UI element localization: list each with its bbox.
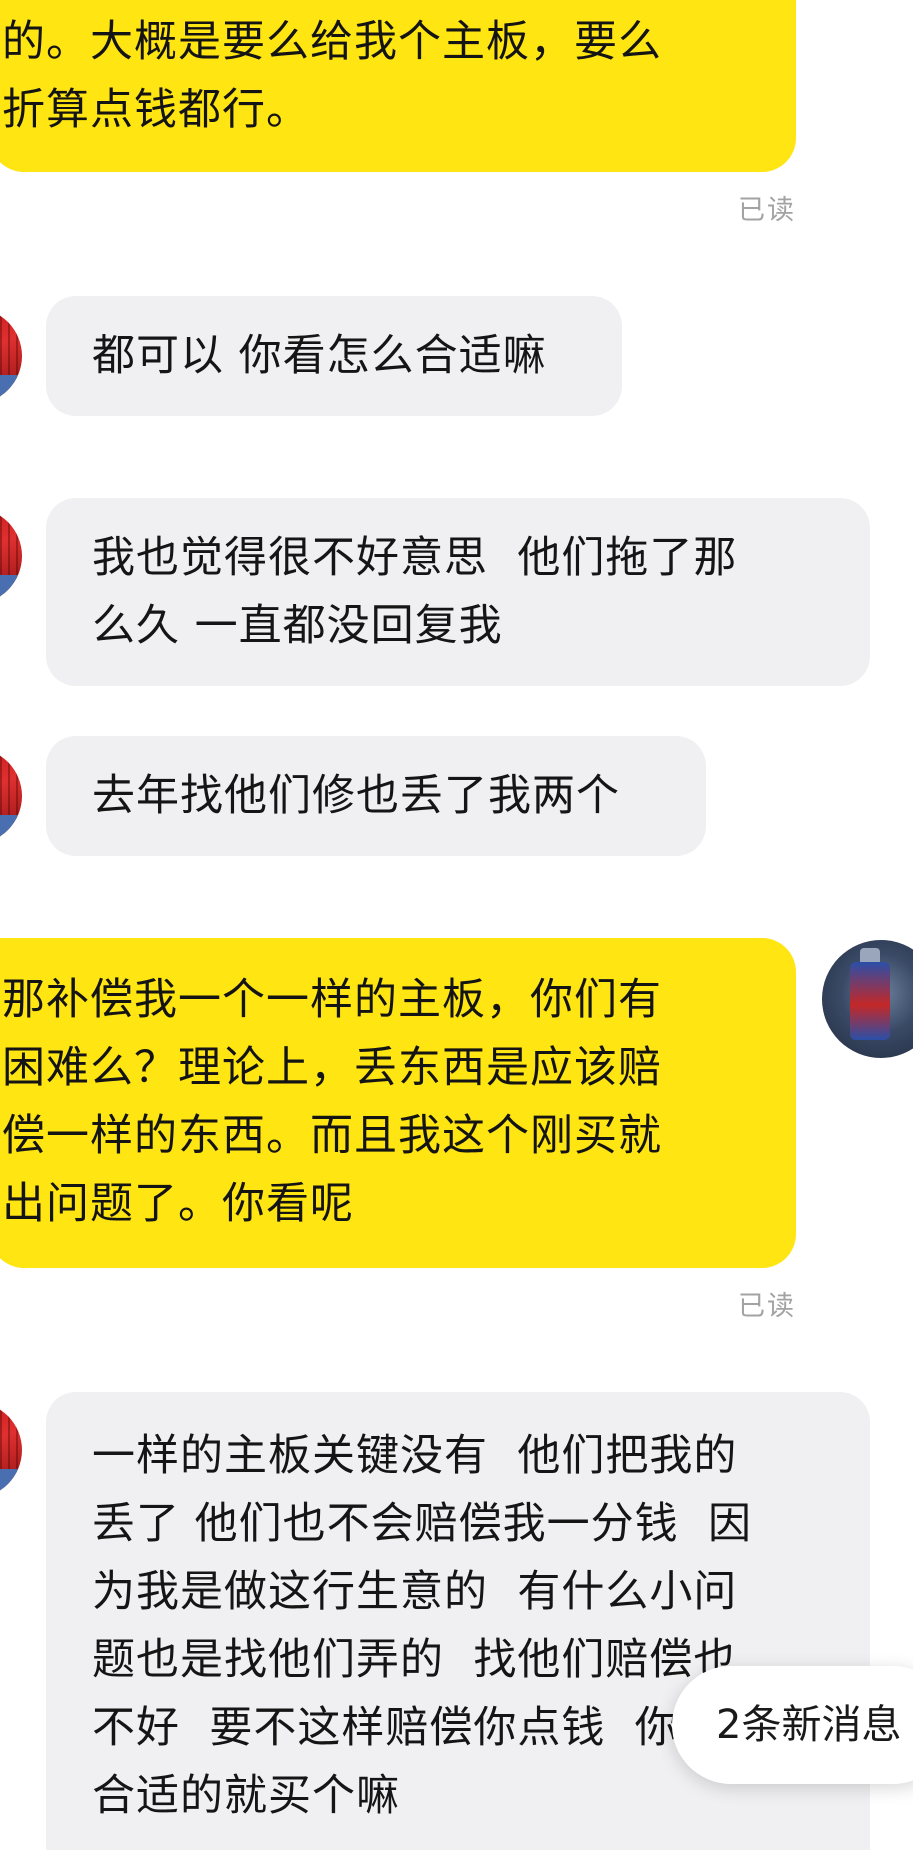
read-receipt: 已读: [738, 1291, 796, 1322]
contact-avatar-icon[interactable]: [0, 1402, 22, 1498]
message-bubble-mine[interactable]: 的。大概是要么给我个主板，要么 折算点钱都行。: [0, 0, 796, 172]
message-bubble-theirs[interactable]: 我也觉得很不好意思 他们拖了那 么久 一直都没回复我: [46, 498, 870, 686]
contact-avatar-icon[interactable]: [0, 748, 22, 844]
message-bubble-mine[interactable]: 那补偿我一个一样的主板，你们有 困难么？理论上，丢东西是应该赔 偿一样的东西。而…: [0, 938, 796, 1268]
self-avatar-icon[interactable]: [822, 940, 913, 1058]
new-messages-button[interactable]: 2条新消息: [672, 1666, 913, 1784]
robot-body: [850, 962, 890, 1040]
read-receipt: 已读: [738, 195, 796, 226]
message-bubble-theirs[interactable]: 都可以 你看怎么合适嘛: [46, 296, 622, 416]
contact-avatar-icon[interactable]: [0, 308, 22, 404]
contact-avatar-icon[interactable]: [0, 508, 22, 604]
message-bubble-theirs[interactable]: 去年找他们修也丢了我两个: [46, 736, 706, 856]
